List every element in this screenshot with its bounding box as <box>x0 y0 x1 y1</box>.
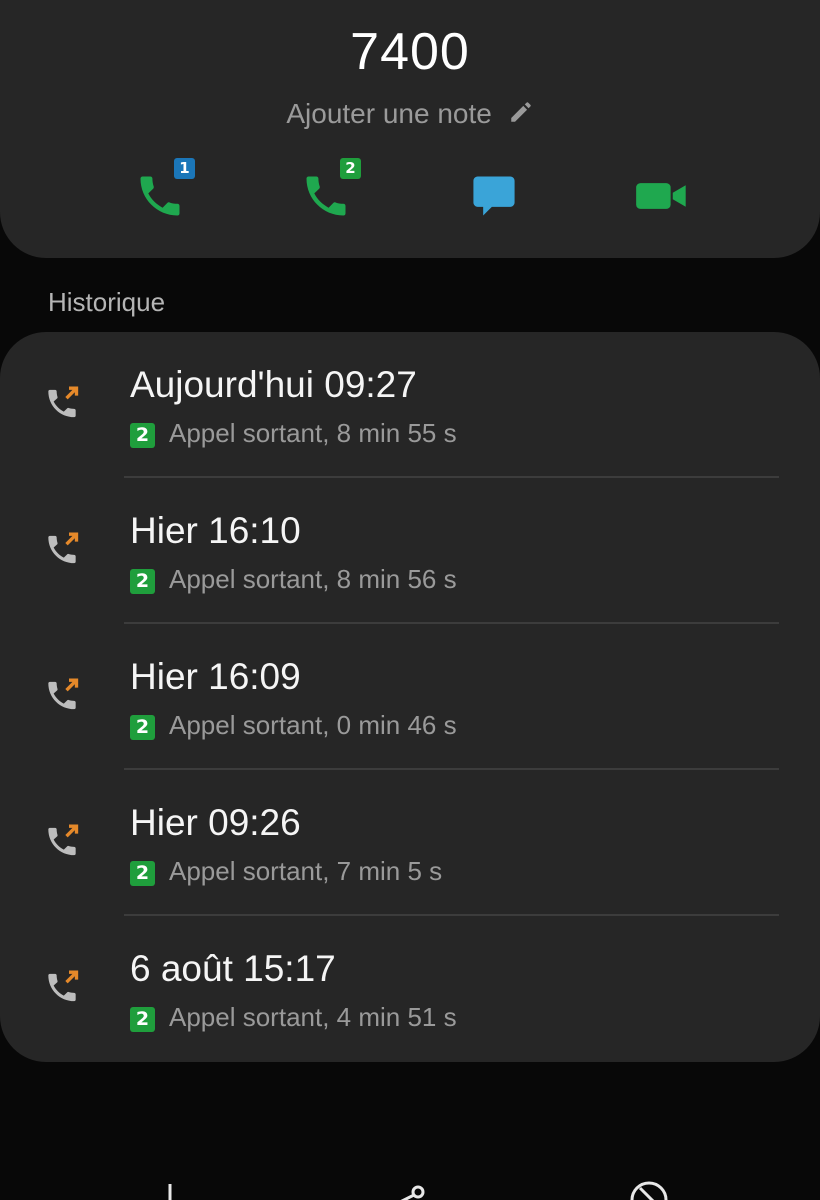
history-title: Historique <box>48 287 166 317</box>
sim2-badge: 2 <box>130 715 155 740</box>
call-time: 6 août 15:17 <box>130 948 336 989</box>
outgoing-call-icon <box>48 678 79 710</box>
history-item[interactable]: 6 août 15:17 2 Appel sortant, 4 min 51 s <box>0 916 820 1062</box>
add-contact-icon[interactable] <box>158 1176 182 1200</box>
share-icon[interactable] <box>392 1176 432 1200</box>
call-time: Hier 16:10 <box>130 510 301 551</box>
sim2-badge: 2 <box>130 569 155 594</box>
sim1-badge: 1 <box>174 158 195 179</box>
call-sim2-button[interactable]: 2 <box>300 158 364 226</box>
history-item[interactable]: Hier 16:10 2 Appel sortant, 8 min 56 s <box>0 478 820 624</box>
call-time: Hier 16:09 <box>130 656 301 697</box>
call-detail-text: Appel sortant, 0 min 46 s <box>169 710 457 740</box>
block-icon[interactable] <box>628 1176 670 1200</box>
sim2-badge: 2 <box>130 1007 155 1032</box>
history-list: Aujourd'hui 09:27 2 Appel sortant, 8 min … <box>0 332 820 1062</box>
message-button[interactable] <box>468 162 532 226</box>
call-detail: 2 Appel sortant, 4 min 51 s <box>130 1002 457 1033</box>
call-detail-text: Appel sortant, 4 min 51 s <box>169 1002 457 1032</box>
bottom-action-bar <box>0 1176 820 1200</box>
call-detail-text: Appel sortant, 8 min 56 s <box>169 564 457 594</box>
outgoing-call-icon <box>48 386 79 418</box>
video-icon <box>636 183 686 209</box>
history-item[interactable]: Aujourd'hui 09:27 2 Appel sortant, 8 min … <box>0 332 820 478</box>
history-item[interactable]: Hier 16:09 2 Appel sortant, 0 min 46 s <box>0 624 820 770</box>
pencil-icon <box>508 99 534 132</box>
add-note-label: Ajouter une note <box>286 98 492 129</box>
history-item[interactable]: Hier 09:26 2 Appel sortant, 7 min 5 s <box>0 770 820 916</box>
contact-header-card: 7400 Ajouter une note 1 2 <box>0 0 820 258</box>
call-detail-text: Appel sortant, 7 min 5 s <box>169 856 443 886</box>
outgoing-call-icon <box>48 970 79 1002</box>
contact-number: 7400 <box>350 23 470 81</box>
call-time: Aujourd'hui 09:27 <box>130 364 417 405</box>
sim2-badge: 2 <box>130 861 155 886</box>
call-detail: 2 Appel sortant, 0 min 46 s <box>130 710 457 741</box>
call-detail: 2 Appel sortant, 8 min 55 s <box>130 418 457 449</box>
call-detail-text: Appel sortant, 8 min 55 s <box>169 418 457 448</box>
outgoing-call-icon <box>48 532 79 564</box>
add-note-button[interactable]: Ajouter une note <box>0 98 820 132</box>
sim2-badge: 2 <box>340 158 361 179</box>
call-detail: 2 Appel sortant, 7 min 5 s <box>130 856 442 887</box>
call-detail: 2 Appel sortant, 8 min 56 s <box>130 564 457 595</box>
call-sim1-button[interactable]: 1 <box>134 158 198 226</box>
message-icon <box>473 176 515 216</box>
sim2-badge: 2 <box>130 423 155 448</box>
call-time: Hier 09:26 <box>130 802 301 843</box>
outgoing-call-icon <box>48 824 79 856</box>
video-call-button[interactable] <box>634 162 698 226</box>
